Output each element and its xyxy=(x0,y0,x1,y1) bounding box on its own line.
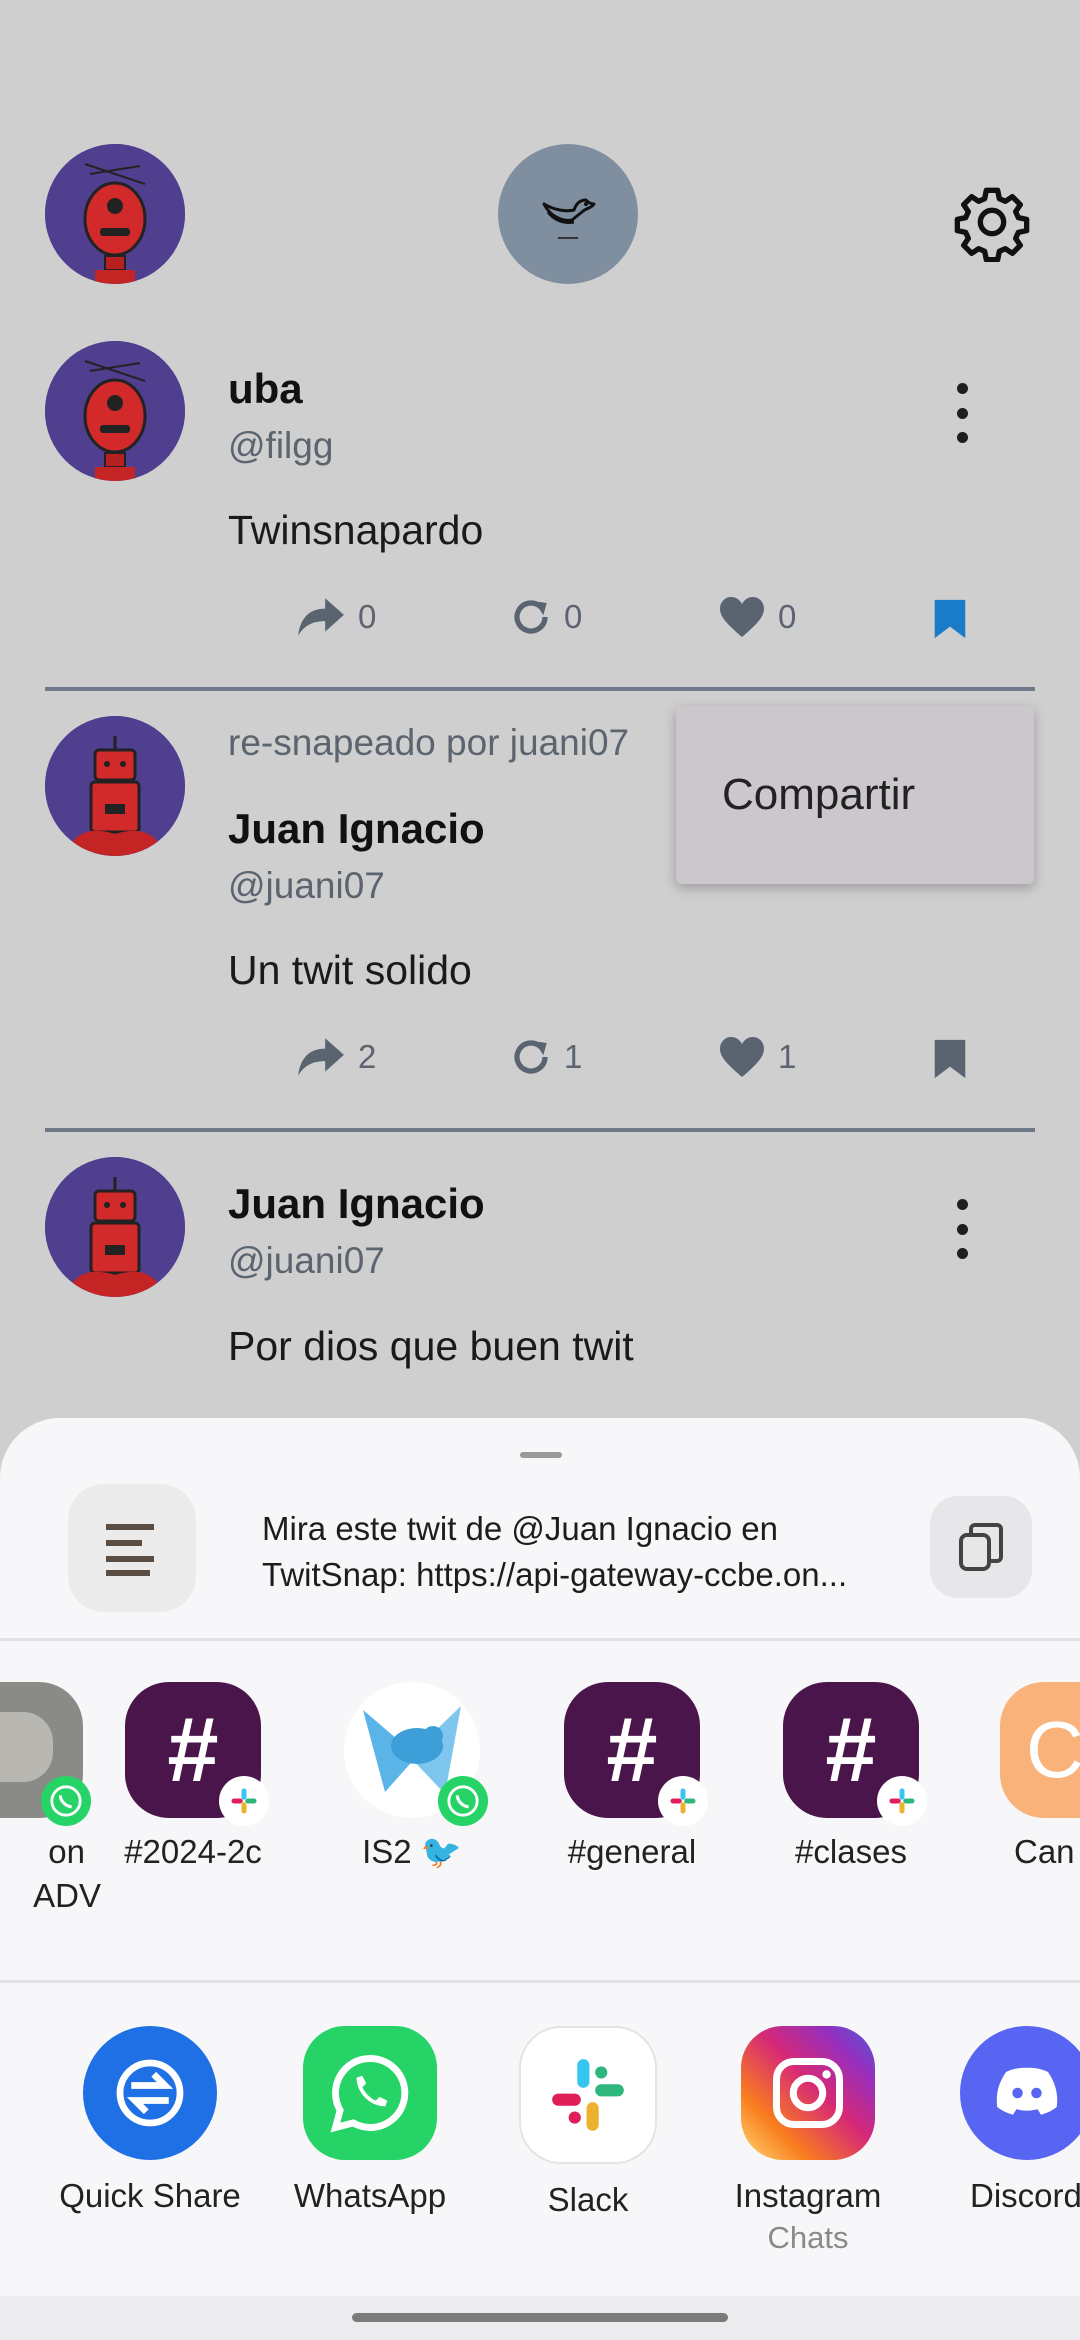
bookmark-icon[interactable] xyxy=(932,1038,968,1080)
share-menu-item[interactable]: Compartir xyxy=(722,770,915,820)
direct-share-target[interactable]: C Can xyxy=(976,1682,1080,1874)
whatsapp-icon xyxy=(303,2026,437,2160)
post-avatar[interactable] xyxy=(45,716,185,856)
share-sheet: Mira este twit de @Juan Ignacio en TwitS… xyxy=(0,1418,1080,2340)
post-text: Un twit solido xyxy=(228,947,472,993)
app-label: Discord xyxy=(970,2177,1080,2214)
text-lines-icon xyxy=(106,1524,154,1576)
resnap-label: re-snapeado por juani07 xyxy=(228,722,630,763)
context-menu: Compartir xyxy=(676,706,1034,884)
discord-icon xyxy=(960,2026,1080,2160)
app-label: WhatsApp xyxy=(293,2177,447,2214)
text-preview-icon xyxy=(68,1484,196,1612)
app-share-instagram[interactable]: Instagram Chats xyxy=(708,2026,908,2258)
share-arrow-icon xyxy=(298,1038,344,1076)
more-options-icon[interactable] xyxy=(942,383,982,443)
like-action[interactable]: 1 xyxy=(718,1035,796,1079)
post-avatar[interactable] xyxy=(45,341,185,481)
author-name[interactable]: Juan Ignacio xyxy=(228,805,485,853)
share-arrow-icon xyxy=(298,598,344,636)
direct-share-target[interactable]: IS2 🐦 xyxy=(312,1682,512,1874)
resnap-icon xyxy=(514,600,548,634)
resnap-action[interactable]: 1 xyxy=(510,1035,582,1079)
post-avatar[interactable] xyxy=(45,1157,185,1297)
copy-icon xyxy=(959,1523,1003,1571)
resnap-count: 1 xyxy=(564,1038,583,1075)
resnap-action[interactable]: 0 xyxy=(510,595,582,639)
author-handle[interactable]: @juani07 xyxy=(228,865,385,907)
post-text: Twinsnapardo xyxy=(228,507,484,553)
app-sublabel: Chats xyxy=(767,2220,849,2255)
instagram-icon xyxy=(741,2026,875,2160)
like-action[interactable]: 0 xyxy=(718,595,796,639)
bookmark-icon[interactable] xyxy=(932,598,968,640)
like-count: 1 xyxy=(778,1038,797,1075)
orange-app-icon: C xyxy=(1000,1682,1080,1818)
settings-gear-icon[interactable] xyxy=(952,182,1032,262)
post-text: Por dios que buen twit xyxy=(228,1323,634,1369)
author-handle[interactable]: @filgg xyxy=(228,425,333,467)
direct-share-target[interactable]: # #general xyxy=(532,1682,732,1874)
author-name[interactable]: uba xyxy=(228,365,303,413)
direct-share-target[interactable]: # #clases xyxy=(751,1682,951,1874)
slack-badge-icon xyxy=(877,1776,927,1826)
home-gesture-bar[interactable] xyxy=(352,2313,728,2322)
profile-avatar[interactable] xyxy=(45,144,185,284)
robot-avatar-icon xyxy=(45,341,185,481)
preview-line: Mira este twit de @Juan Ignacio en xyxy=(262,1510,778,1547)
app-label: Quick Share xyxy=(59,2177,241,2214)
robot-avatar-icon xyxy=(45,716,185,856)
app-share-whatsapp[interactable]: WhatsApp xyxy=(270,2026,470,2218)
target-label: #general xyxy=(567,1833,697,1870)
divider xyxy=(0,1638,1080,1641)
app-logo[interactable] xyxy=(498,144,638,284)
share-action[interactable]: 2 xyxy=(296,1035,376,1079)
photo-contact-icon xyxy=(0,1682,91,1826)
whatsapp-badge-icon xyxy=(438,1776,488,1826)
target-label: IS2 🐦 xyxy=(362,1833,462,1870)
app-share-quick-share[interactable]: Quick Share xyxy=(50,2026,250,2218)
share-preview-text: Mira este twit de @Juan Ignacio en TwitS… xyxy=(262,1506,902,1598)
slack-badge-icon xyxy=(219,1776,269,1826)
slack-icon xyxy=(519,2026,657,2164)
copy-button[interactable] xyxy=(930,1496,1032,1598)
whatsapp-badge-icon xyxy=(41,1776,91,1826)
slack-channel-icon: # xyxy=(783,1682,927,1826)
bird-group-icon xyxy=(344,1682,488,1826)
share-action[interactable]: 0 xyxy=(296,595,376,639)
direct-share-target[interactable]: # #2024-2c xyxy=(93,1682,293,1874)
divider xyxy=(45,687,1035,691)
share-count: 0 xyxy=(358,598,377,635)
target-label: #2024-2c xyxy=(124,1833,262,1870)
app-label: Instagram xyxy=(734,2177,882,2214)
app-share-discord[interactable]: Discord xyxy=(944,2026,1080,2218)
share-count: 2 xyxy=(358,1038,377,1075)
preview-line: TwitSnap: https://api-gateway-ccbe.on... xyxy=(262,1556,848,1593)
robot-avatar-icon xyxy=(45,144,185,284)
author-name[interactable]: Juan Ignacio xyxy=(228,1180,485,1228)
bird-logo-icon xyxy=(542,198,596,239)
heart-icon xyxy=(720,597,764,637)
app-share-slack[interactable]: Slack xyxy=(488,2026,688,2222)
target-label: ADV xyxy=(33,1877,101,1914)
slack-channel-icon: # xyxy=(125,1682,269,1826)
slack-channel-icon: # xyxy=(564,1682,708,1826)
divider xyxy=(0,1980,1080,1983)
slack-badge-icon xyxy=(658,1776,708,1826)
robot-avatar-icon xyxy=(45,1157,185,1297)
drag-handle[interactable] xyxy=(520,1452,562,1458)
heart-icon xyxy=(720,1037,764,1077)
resnap-icon xyxy=(514,1040,548,1074)
author-handle[interactable]: @juani07 xyxy=(228,1240,385,1282)
app-label: Slack xyxy=(547,2181,629,2218)
target-label: #clases xyxy=(795,1833,907,1870)
quick-share-icon xyxy=(83,2026,217,2160)
resnap-count: 0 xyxy=(564,598,583,635)
target-label: Can xyxy=(1014,1833,1075,1870)
more-options-icon[interactable] xyxy=(942,1199,982,1259)
like-count: 0 xyxy=(778,598,797,635)
divider xyxy=(45,1128,1035,1132)
